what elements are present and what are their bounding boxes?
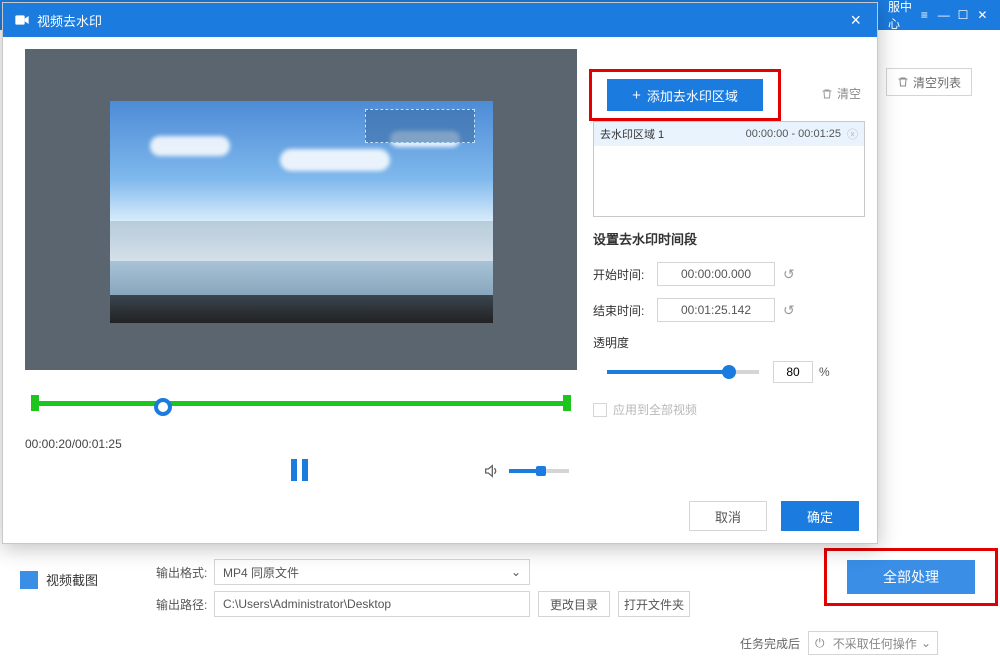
end-time-input[interactable]: 00:01:25.142 bbox=[657, 298, 775, 322]
dialog-title-bar: 视频去水印 × bbox=[3, 3, 877, 37]
maximize-icon[interactable]: ☐ bbox=[953, 2, 972, 28]
output-path-field[interactable]: C:\Users\Administrator\Desktop bbox=[214, 591, 530, 617]
task-after-select[interactable]: ⏻ 不采取任何操作 ⌄ bbox=[808, 631, 938, 655]
output-path-label: 输出路径: bbox=[156, 596, 214, 613]
trim-handle-right[interactable] bbox=[563, 395, 571, 411]
start-time-input[interactable]: 00:00:00.000 bbox=[657, 262, 775, 286]
clear-areas-button[interactable]: 清空 bbox=[821, 85, 861, 102]
start-time-label: 开始时间: bbox=[593, 266, 657, 283]
opacity-thumb[interactable] bbox=[722, 365, 736, 379]
watermark-remove-dialog: 视频去水印 × 00:00:20/00:01:25 bbox=[2, 2, 878, 544]
percent-label: % bbox=[819, 365, 830, 379]
reset-start-icon[interactable]: ↺ bbox=[783, 266, 795, 283]
end-time-label: 结束时间: bbox=[593, 302, 657, 319]
reset-end-icon[interactable]: ↺ bbox=[783, 302, 795, 319]
screenshot-icon bbox=[20, 571, 38, 589]
area-item-delete-icon[interactable]: ⓧ bbox=[847, 126, 858, 142]
timeline[interactable] bbox=[25, 385, 577, 435]
clear-list-button[interactable]: 清空列表 bbox=[886, 68, 972, 96]
area-item-name: 去水印区域 1 bbox=[600, 126, 746, 142]
video-frame bbox=[110, 101, 493, 323]
task-after-row: 任务完成后 ⏻ 不采取任何操作 ⌄ bbox=[740, 631, 938, 655]
watermark-selection-box[interactable] bbox=[365, 109, 475, 143]
checkbox-icon bbox=[593, 403, 607, 417]
pause-button[interactable] bbox=[291, 459, 308, 481]
watermark-area-list: 去水印区域 1 00:00:00 - 00:01:25 ⓧ bbox=[593, 121, 865, 217]
output-format-value: MP4 同原文件 bbox=[223, 564, 299, 581]
volume-icon[interactable] bbox=[483, 463, 499, 479]
chevron-down-icon: ⌄ bbox=[921, 636, 931, 650]
trim-handle-left[interactable] bbox=[31, 395, 39, 411]
add-area-highlight: + 添加去水印区域 bbox=[589, 69, 781, 121]
process-all-highlight: 全部处理 bbox=[824, 548, 998, 606]
change-dir-button[interactable]: 更改目录 bbox=[538, 591, 610, 617]
video-screenshot-label: 视频截图 bbox=[46, 570, 98, 589]
clear-list-label: 清空列表 bbox=[913, 74, 961, 91]
playback-controls bbox=[25, 455, 577, 495]
time-display: 00:00:20/00:01:25 bbox=[25, 437, 122, 451]
video-icon bbox=[13, 11, 31, 29]
dialog-body: 00:00:20/00:01:25 + 添加去水印区域 bbox=[3, 37, 877, 543]
add-watermark-area-button[interactable]: + 添加去水印区域 bbox=[607, 79, 763, 111]
time-section-title: 设置去水印时间段 bbox=[593, 229, 865, 248]
open-folder-button[interactable]: 打开文件夹 bbox=[618, 591, 690, 617]
task-after-label: 任务完成后 bbox=[740, 635, 800, 652]
close-icon[interactable]: ✕ bbox=[973, 2, 992, 28]
dialog-close-button[interactable]: × bbox=[844, 10, 867, 31]
volume-slider[interactable] bbox=[509, 469, 569, 473]
opacity-input[interactable]: 80 bbox=[773, 361, 813, 383]
power-icon: ⏻ bbox=[815, 636, 825, 651]
output-format-label: 输出格式: bbox=[156, 564, 214, 581]
hamburger-icon[interactable]: ≡ bbox=[915, 2, 934, 28]
plus-icon: + bbox=[632, 87, 641, 104]
task-after-value: 不采取任何操作 bbox=[833, 635, 917, 652]
service-center-label[interactable]: 服中心 bbox=[888, 0, 915, 32]
time-settings: 设置去水印时间段 开始时间: 00:00:00.000 ↺ 结束时间: 00:0… bbox=[593, 229, 865, 418]
area-list-item[interactable]: 去水印区域 1 00:00:00 - 00:01:25 ⓧ bbox=[594, 122, 864, 146]
trash-icon bbox=[821, 88, 833, 100]
playhead[interactable] bbox=[154, 398, 172, 416]
dialog-footer: 取消 确定 bbox=[689, 501, 859, 531]
video-preview[interactable] bbox=[25, 49, 577, 370]
apply-all-checkbox[interactable]: 应用到全部视频 bbox=[593, 401, 865, 418]
ok-button[interactable]: 确定 bbox=[781, 501, 859, 531]
chevron-down-icon: ⌄ bbox=[511, 565, 521, 579]
opacity-slider[interactable] bbox=[607, 370, 759, 374]
output-settings: 输出格式: MP4 同原文件 ⌄ 输出路径: C:\Users\Administ… bbox=[156, 558, 690, 622]
output-path-value: C:\Users\Administrator\Desktop bbox=[223, 597, 391, 611]
output-format-select[interactable]: MP4 同原文件 ⌄ bbox=[214, 559, 530, 585]
cancel-button[interactable]: 取消 bbox=[689, 501, 767, 531]
process-all-button[interactable]: 全部处理 bbox=[847, 560, 975, 594]
opacity-label: 透明度 bbox=[593, 334, 865, 351]
volume-thumb[interactable] bbox=[536, 466, 546, 476]
sidebar-item-video-screenshot[interactable]: 视频截图 bbox=[20, 570, 98, 589]
minimize-icon[interactable]: — bbox=[934, 2, 953, 28]
area-item-range: 00:00:00 - 00:01:25 bbox=[746, 128, 841, 140]
dialog-title-text: 视频去水印 bbox=[37, 11, 102, 30]
trash-icon bbox=[897, 76, 909, 88]
